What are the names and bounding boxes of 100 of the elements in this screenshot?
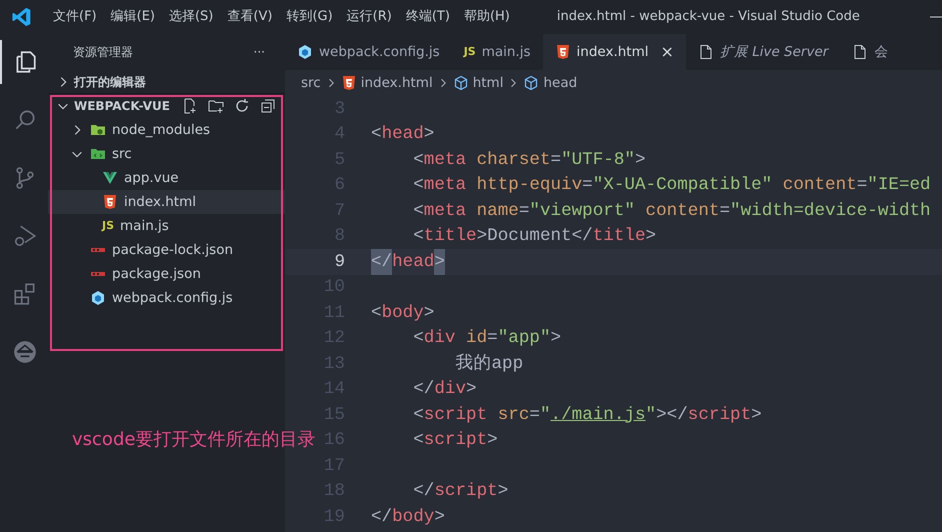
tree-item[interactable]: node_modules	[48, 118, 285, 142]
code-text: =	[582, 174, 593, 198]
refresh-icon[interactable]	[234, 98, 250, 114]
section-header[interactable]: 打开的编辑器	[74, 72, 146, 90]
circle-icon[interactable]	[12, 339, 38, 365]
menu-item[interactable]: 终端(T)	[398, 7, 457, 27]
tag-name: meta	[424, 174, 466, 198]
cube-icon	[452, 75, 469, 91]
code-text: <	[412, 327, 424, 350]
code-text: >	[550, 327, 562, 350]
string-value: "width=device-width	[730, 200, 931, 223]
attribute-name: content	[782, 174, 857, 198]
code-text: </	[412, 378, 434, 402]
code-text: =	[487, 327, 498, 350]
tree-item[interactable]: webpack.config.js	[48, 286, 285, 310]
folder-icon	[90, 146, 106, 162]
v-shape-icon	[102, 170, 118, 186]
menu-item[interactable]: 查看(V)	[220, 7, 280, 27]
tag-name: body	[392, 506, 434, 529]
menu-item[interactable]: 选择(S)	[162, 7, 220, 27]
editor-tab[interactable]: 扩展 Live Server	[686, 34, 840, 70]
code-text: =	[529, 404, 540, 427]
string-value: "IE=ed	[867, 174, 931, 198]
editor-tab[interactable]: JS main.js	[452, 34, 543, 70]
more-actions-button[interactable]: ···	[254, 43, 265, 61]
string-value: "X-UA-Compatible"	[592, 174, 772, 198]
tree-item[interactable]: app.vue	[48, 166, 285, 190]
menu-item[interactable]: 文件(F)	[46, 7, 104, 27]
code-text: <	[412, 404, 424, 427]
tag-name: meta	[424, 148, 466, 172]
attribute-name: content	[644, 200, 720, 223]
editor-tab[interactable]: index.html ×	[542, 34, 686, 70]
breadcrumb-item[interactable]: html	[472, 72, 504, 94]
matched-bracket: >	[434, 248, 445, 275]
tag-name: script	[424, 404, 488, 427]
code-text: </	[412, 480, 434, 504]
html5-icon	[102, 194, 118, 210]
menu-item[interactable]: 运行(R)	[340, 7, 399, 27]
tag-name: title	[592, 225, 646, 248]
code-text: <	[412, 174, 424, 198]
attribute-name: charset	[476, 148, 550, 172]
folder-header[interactable]: WEBPACK-VUE	[74, 97, 170, 115]
run-debug-icon[interactable]	[12, 223, 38, 249]
hexagon-icon	[297, 44, 313, 60]
attribute-name: id	[465, 327, 488, 350]
tag-name: body	[382, 302, 424, 325]
tree-item[interactable]: index.html	[48, 190, 285, 214]
tag-name: head	[382, 123, 424, 146]
code-text: <	[371, 302, 382, 325]
code-text: >	[424, 123, 434, 146]
new-folder-icon[interactable]	[208, 98, 224, 114]
editor-tab[interactable]: 会	[840, 34, 900, 70]
breadcrumb-item[interactable]: index.html	[360, 72, 433, 94]
breadcrumb-item[interactable]: head	[543, 72, 578, 94]
link-text[interactable]: ./main.js	[550, 402, 646, 428]
attribute-name: name	[476, 200, 519, 223]
collapse-icon[interactable]	[260, 98, 276, 114]
code-text: ></	[656, 404, 688, 427]
string-value: "UTF-8"	[561, 148, 635, 172]
hexagon-icon	[90, 290, 106, 306]
sidebar-title: 资源管理器	[73, 44, 133, 61]
tree-item[interactable]: JS main.js	[48, 214, 285, 238]
code-text: <	[412, 225, 424, 248]
tree-item[interactable]: package-lock.json	[48, 238, 285, 262]
code-text: >	[498, 480, 508, 504]
tag-name: meta	[424, 200, 466, 223]
new-file-icon[interactable]	[182, 98, 198, 114]
tag-name: script	[424, 429, 488, 452]
code-text: =	[856, 174, 868, 198]
code-text: >	[646, 225, 656, 248]
menu-item[interactable]: 帮助(H)	[456, 7, 517, 27]
breadcrumb-item[interactable]: src	[301, 72, 321, 94]
app-logo-icon	[12, 7, 32, 27]
tree-item[interactable]: package.json	[48, 262, 285, 286]
code-text: >	[751, 404, 762, 427]
code-text: >Document</	[476, 225, 593, 248]
menu-item[interactable]: 编辑(E)	[104, 7, 162, 27]
code-text: <	[412, 148, 424, 172]
code-text: 我的app	[454, 352, 524, 376]
tag-name: head	[392, 250, 434, 274]
code-text: >	[487, 429, 498, 452]
close-button[interactable]: ×	[660, 40, 674, 64]
line-number: 9	[333, 250, 346, 274]
window-title: index.html - webpack-vue - Visual Studio Code	[556, 8, 860, 26]
code-text: </	[371, 506, 392, 529]
document-icon	[698, 44, 714, 60]
code-text: >	[466, 378, 477, 402]
string-value: "app"	[498, 327, 551, 350]
menu-item[interactable]: 转到(G)	[279, 7, 340, 27]
matched-bracket: </	[371, 248, 392, 275]
editor-tab[interactable]: webpack.config.js	[285, 34, 452, 70]
tree-item[interactable]: src	[48, 142, 285, 166]
code-text: >	[434, 506, 445, 529]
html5-icon	[340, 75, 357, 91]
code-text: <	[371, 123, 382, 146]
string-value: "	[540, 404, 551, 427]
html5-icon	[554, 44, 571, 60]
folder-icon	[90, 122, 106, 138]
tag-name: script	[688, 404, 752, 427]
code-text: <	[412, 429, 424, 452]
